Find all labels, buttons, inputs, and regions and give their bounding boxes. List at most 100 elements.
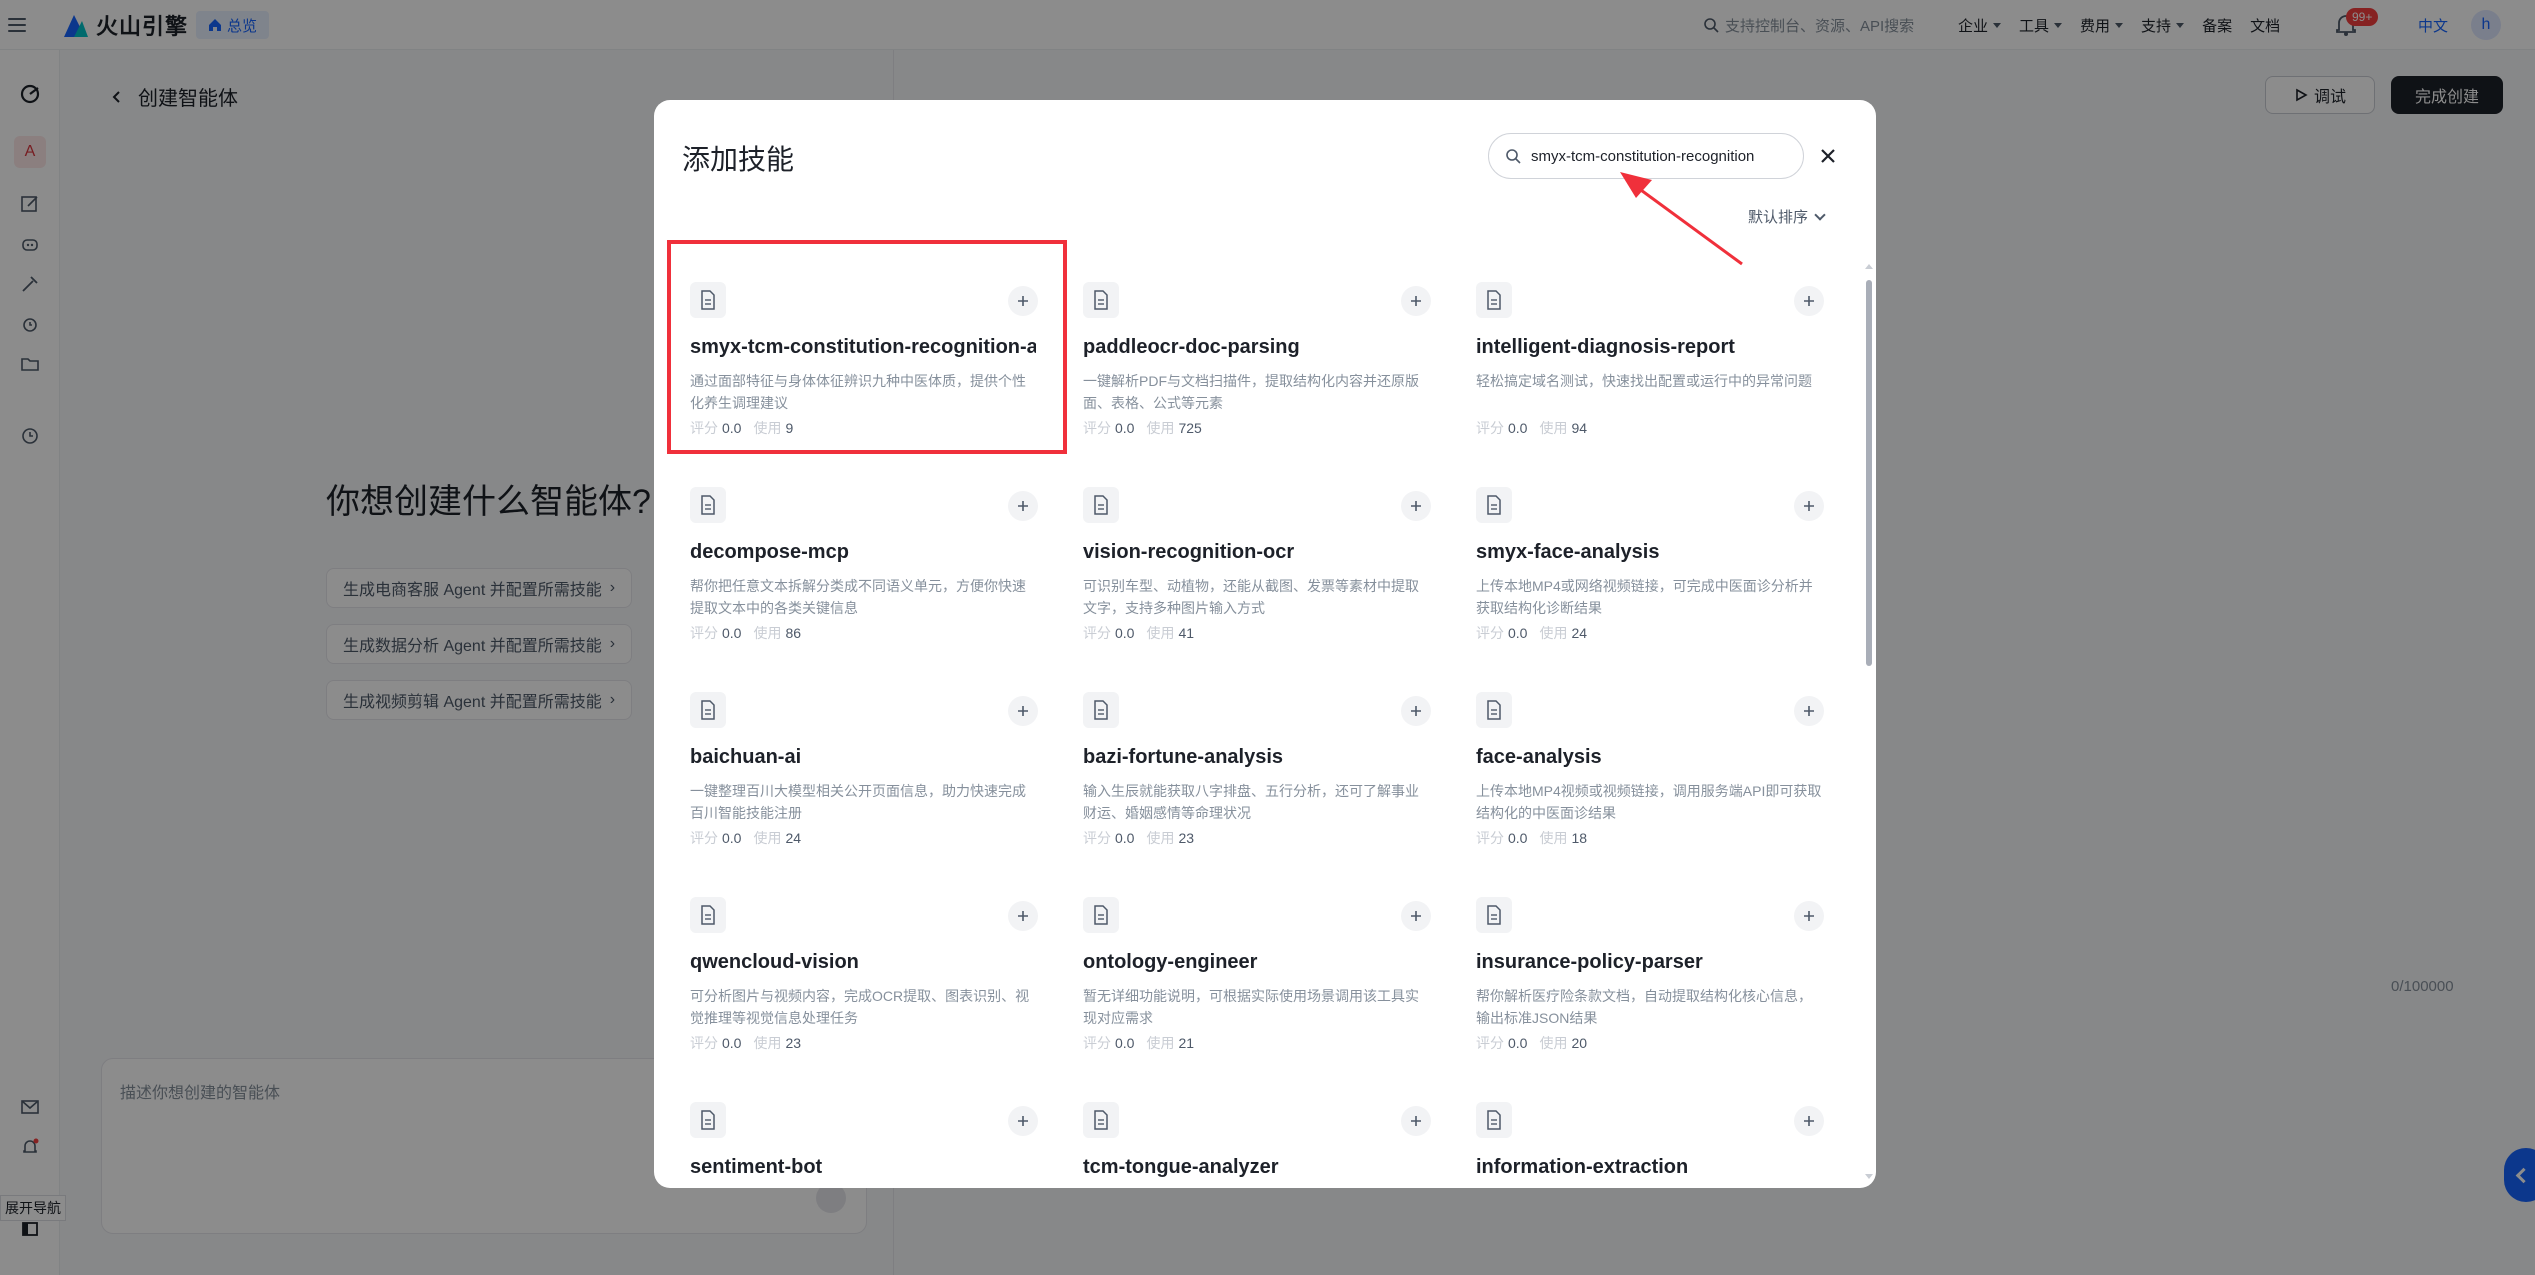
document-icon <box>1083 487 1119 523</box>
skill-description: 帮你把任意文本拆解分类成不同语义单元，方便你快速提取文本中的各类关键信息 <box>690 578 1026 616</box>
document-icon <box>1476 897 1512 933</box>
skill-card[interactable]: face-analysis 上传本地MP4视频或视频链接，调用服务端API即可获… <box>1476 686 1826 866</box>
score-value: 0.0 <box>722 830 742 846</box>
add-skill-button[interactable] <box>1794 1106 1824 1136</box>
skill-name: qwencloud-vision <box>690 951 859 973</box>
add-skill-button[interactable] <box>1401 491 1431 521</box>
usage-value: 41 <box>1178 625 1195 641</box>
skill-card[interactable]: paddleocr-doc-parsing 一键解析PDF与文档扫描件，提取结构… <box>1083 276 1433 456</box>
plus-icon <box>1018 706 1028 716</box>
skill-name: decompose-mcp <box>690 541 849 563</box>
document-icon <box>690 897 726 933</box>
usage-value: 86 <box>785 625 802 641</box>
usage-label: 使用 <box>753 830 782 846</box>
skill-description: 暂无详细功能说明，可根据实际使用场景调用该工具实现对应需求 <box>1083 988 1419 1026</box>
score-value: 0.0 <box>1508 420 1528 436</box>
add-skill-button[interactable] <box>1794 491 1824 521</box>
plus-icon <box>1411 1116 1421 1126</box>
document-icon <box>1083 692 1119 728</box>
usage-label: 使用 <box>1146 420 1175 436</box>
score-value: 0.0 <box>1508 1035 1528 1051</box>
skill-card[interactable]: bazi-fortune-analysis 输入生辰就能获取八字排盘、五行分析，… <box>1083 686 1433 866</box>
add-skill-button[interactable] <box>1401 696 1431 726</box>
usage-value: 725 <box>1178 420 1202 436</box>
score-label: 评分 <box>690 1035 718 1051</box>
skill-meta: 评分 0.0 使用 18 <box>1476 828 1587 848</box>
skill-card[interactable]: intelligent-diagnosis-report 轻松搞定域名测试，快速… <box>1476 276 1826 456</box>
search-icon <box>1506 149 1521 164</box>
skill-name: paddleocr-doc-parsing <box>1083 336 1300 358</box>
plus-icon <box>1411 911 1421 921</box>
skill-name: tcm-tongue-analyzer <box>1083 1156 1279 1178</box>
add-skill-button[interactable] <box>1401 1106 1431 1136</box>
plus-icon <box>1411 706 1421 716</box>
skill-card[interactable]: tcm-tongue-analyzer <box>1083 1096 1433 1188</box>
skill-card[interactable]: information-extraction <box>1476 1096 1826 1188</box>
usage-label: 使用 <box>753 1035 782 1051</box>
usage-label: 使用 <box>1146 830 1175 846</box>
skill-card[interactable]: sentiment-bot <box>690 1096 1040 1188</box>
plus-icon <box>1804 911 1814 921</box>
usage-value: 94 <box>1571 420 1588 436</box>
scroll-up-arrow[interactable] <box>1865 264 1873 269</box>
scrollbar-thumb[interactable] <box>1866 280 1872 666</box>
usage-value: 18 <box>1571 830 1588 846</box>
skill-card[interactable]: insurance-policy-parser 帮你解析医疗险条款文档，自动提取… <box>1476 891 1826 1071</box>
add-skill-button[interactable] <box>1794 901 1824 931</box>
usage-value: 21 <box>1178 1035 1195 1051</box>
document-icon <box>1476 282 1512 318</box>
plus-icon <box>1018 501 1028 511</box>
score-value: 0.0 <box>1115 830 1135 846</box>
score-value: 0.0 <box>1115 420 1135 436</box>
add-skill-button[interactable] <box>1794 286 1824 316</box>
skill-meta: 评分 0.0 使用 23 <box>690 1033 801 1053</box>
score-label: 评分 <box>690 625 718 641</box>
skill-meta: 评分 0.0 使用 725 <box>1083 418 1202 438</box>
skill-card[interactable]: baichuan-ai 一键整理百川大模型相关公开页面信息，助力快速完成百川智能… <box>690 686 1040 866</box>
skill-card[interactable]: vision-recognition-ocr 可识别车型、动植物，还能从截图、发… <box>1083 481 1433 661</box>
skill-meta: 评分 0.0 使用 21 <box>1083 1033 1194 1053</box>
usage-value: 23 <box>785 1035 802 1051</box>
skill-card[interactable]: ontology-engineer 暂无详细功能说明，可根据实际使用场景调用该工… <box>1083 891 1433 1071</box>
add-skill-button[interactable] <box>1008 696 1038 726</box>
usage-label: 使用 <box>1539 420 1568 436</box>
usage-value: 23 <box>1178 830 1195 846</box>
skill-meta: 评分 0.0 使用 24 <box>1476 623 1587 643</box>
close-icon[interactable] <box>1816 144 1840 168</box>
score-label: 评分 <box>1083 625 1111 641</box>
add-skill-button[interactable] <box>1401 286 1431 316</box>
add-skill-button[interactable] <box>1008 491 1038 521</box>
usage-label: 使用 <box>1146 625 1175 641</box>
plus-icon <box>1804 706 1814 716</box>
skill-card[interactable]: decompose-mcp 帮你把任意文本拆解分类成不同语义单元，方便你快速提取… <box>690 481 1040 661</box>
add-skill-button[interactable] <box>1794 696 1824 726</box>
score-label: 评分 <box>1476 1035 1504 1051</box>
skill-card[interactable]: smyx-face-analysis 上传本地MP4或网络视频链接，可完成中医面… <box>1476 481 1826 661</box>
skill-name: information-extraction <box>1476 1156 1689 1178</box>
score-label: 评分 <box>1083 1035 1111 1051</box>
skill-description: 一键整理百川大模型相关公开页面信息，助力快速完成百川智能技能注册 <box>690 783 1026 821</box>
usage-label: 使用 <box>1539 830 1568 846</box>
usage-label: 使用 <box>1539 625 1568 641</box>
skill-name: face-analysis <box>1476 746 1602 768</box>
score-label: 评分 <box>1476 830 1504 846</box>
score-value: 0.0 <box>1115 625 1135 641</box>
score-label: 评分 <box>1083 420 1111 436</box>
score-label: 评分 <box>1083 830 1111 846</box>
add-skill-button[interactable] <box>1008 1106 1038 1136</box>
add-skill-button[interactable] <box>1401 901 1431 931</box>
skill-card[interactable]: qwencloud-vision 可分析图片与视频内容，完成OCR提取、图表识别… <box>690 891 1040 1071</box>
skill-meta: 评分 0.0 使用 23 <box>1083 828 1194 848</box>
add-skill-button[interactable] <box>1008 901 1038 931</box>
scroll-down-arrow[interactable] <box>1865 1174 1873 1179</box>
skill-description: 可分析图片与视频内容，完成OCR提取、图表识别、视觉推理等视觉信息处理任务 <box>690 988 1030 1026</box>
skill-description: 输入生辰就能获取八字排盘、五行分析，还可了解事业财运、婚姻感情等命理状况 <box>1083 783 1419 821</box>
skill-meta: 评分 0.0 使用 20 <box>1476 1033 1587 1053</box>
plus-icon <box>1804 296 1814 306</box>
skill-meta: 评分 0.0 使用 86 <box>690 623 801 643</box>
skill-name: insurance-policy-parser <box>1476 951 1703 973</box>
skill-name: bazi-fortune-analysis <box>1083 746 1284 768</box>
skill-description: 上传本地MP4或网络视频链接，可完成中医面诊分析并获取结构化诊断结果 <box>1476 578 1813 616</box>
plus-icon <box>1411 501 1421 511</box>
skill-meta: 评分 0.0 使用 41 <box>1083 623 1194 643</box>
